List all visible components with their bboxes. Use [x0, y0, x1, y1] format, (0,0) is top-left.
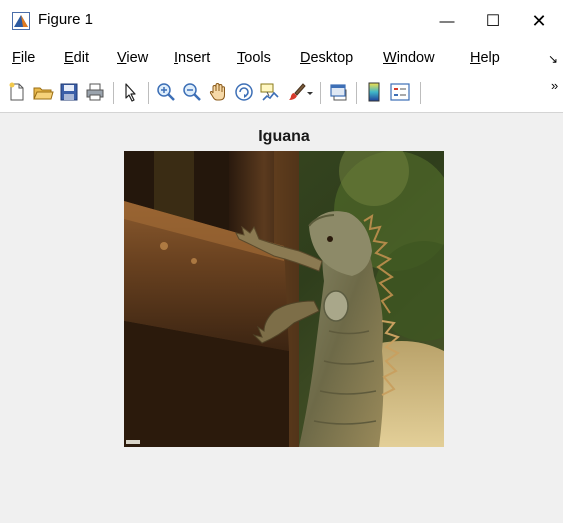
menu-view-label: iew	[126, 50, 149, 66]
toolbar-separator	[356, 82, 357, 104]
menu-edit-accelerator: E	[64, 50, 74, 66]
new-figure-icon[interactable]	[6, 81, 28, 103]
menu-insert-label: nsert	[178, 50, 211, 66]
matlab-figure-icon	[12, 12, 30, 30]
toolbar-separator	[148, 82, 149, 104]
menu-file[interactable]: File	[12, 50, 35, 66]
zoom-in-icon[interactable]	[155, 81, 177, 103]
figure-toolbar: »	[0, 76, 563, 113]
iguana-photo	[124, 151, 444, 447]
menu-help-label: elp	[480, 50, 500, 66]
menu-view[interactable]: View	[117, 50, 148, 66]
minimize-icon: —	[439, 12, 455, 30]
iguana-image[interactable]	[124, 151, 444, 447]
pan-hand-icon[interactable]	[207, 81, 229, 103]
menu-insert[interactable]: Insert	[174, 50, 210, 66]
title-bar[interactable]: Figure 1 — ☐ ✕	[0, 0, 563, 42]
data-cursor-icon[interactable]	[259, 81, 281, 103]
maximize-icon: ☐	[485, 13, 501, 30]
menu-help[interactable]: Help	[470, 50, 500, 66]
maximize-button[interactable]: ☐	[470, 0, 516, 42]
menu-window-accelerator: W	[383, 50, 397, 66]
menu-window-label: indow	[396, 50, 435, 66]
open-file-icon[interactable]	[32, 81, 54, 103]
minimize-button[interactable]: —	[424, 0, 470, 42]
save-icon[interactable]	[58, 81, 80, 103]
menu-desktop-label: esktop	[310, 50, 354, 66]
close-button[interactable]: ✕	[516, 0, 562, 42]
menu-desktop[interactable]: Desktop	[300, 50, 353, 66]
menu-bar: File Edit View Insert Tools Desktop Wind…	[0, 48, 563, 72]
print-icon[interactable]	[84, 81, 106, 103]
toolbar-separator	[420, 82, 421, 104]
menu-overflow-icon[interactable]: ↘	[548, 52, 558, 66]
menu-tools-label: ools	[244, 50, 271, 66]
toolbar-overflow-icon[interactable]: »	[551, 78, 558, 93]
window-title: Figure 1	[38, 11, 94, 28]
menu-edit-label: dit	[73, 50, 89, 66]
zoom-out-icon[interactable]	[181, 81, 203, 103]
menu-file-label: ile	[20, 50, 36, 66]
toolbar-separator	[113, 82, 114, 104]
brush-dropdown-icon[interactable]	[305, 81, 315, 103]
rotate-3d-icon[interactable]	[233, 81, 255, 103]
menu-window[interactable]: Window	[383, 50, 435, 66]
brush-icon[interactable]	[285, 81, 307, 103]
figure-window: Figure 1 — ☐ ✕ File Edit View Insert Too…	[0, 0, 563, 523]
toolbar-separator	[320, 82, 321, 104]
insert-legend-icon[interactable]	[389, 81, 411, 103]
menu-file-accelerator: F	[12, 50, 21, 66]
menu-help-accelerator: H	[470, 50, 481, 66]
link-plot-icon[interactable]	[328, 81, 350, 103]
close-icon: ✕	[531, 10, 547, 31]
menu-view-accelerator: V	[117, 50, 127, 66]
menu-desktop-accelerator: D	[300, 50, 311, 66]
menu-edit[interactable]: Edit	[64, 50, 89, 66]
menu-tools[interactable]: Tools	[237, 50, 271, 66]
insert-colorbar-icon[interactable]	[363, 81, 385, 103]
axes-title: Iguana	[258, 128, 310, 145]
edit-plot-arrow-icon[interactable]	[120, 81, 142, 103]
